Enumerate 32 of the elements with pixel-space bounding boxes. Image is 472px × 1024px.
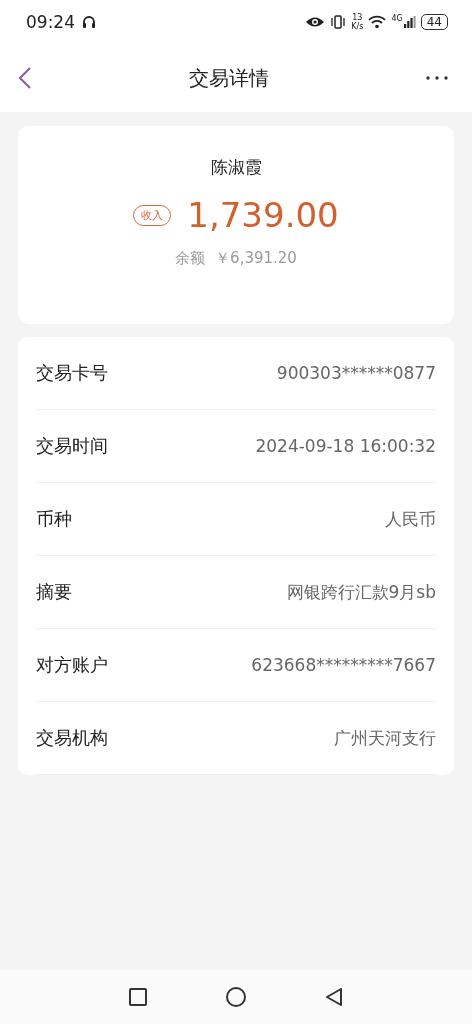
detail-label: 币种 [36,507,72,531]
balance-value: ￥6,391.20 [215,249,297,268]
detail-value: 900303******0877 [276,363,436,383]
recent-apps-icon[interactable] [128,987,149,1007]
payer-name: 陈淑霞 [210,156,262,179]
speed-unit: K/s [351,22,364,31]
detail-value: 2024-09-18 16:00:32 [255,436,436,456]
detail-label: 交易卡号 [36,361,108,385]
signal-icon [403,16,416,28]
detail-value: 人民币 [385,507,436,531]
detail-label: 交易时间 [36,434,108,458]
detail-label: 对方账户 [36,653,108,677]
more-icon[interactable] [426,76,448,80]
home-icon[interactable] [225,986,247,1008]
amount: 1,739.00 [187,195,339,235]
back-icon[interactable] [18,66,32,90]
network-type: 4G [391,14,403,23]
detail-value: 广州天河支行 [334,726,436,750]
eye-icon [305,16,326,28]
vibrate-icon [330,15,347,29]
back-nav-icon[interactable] [323,987,344,1007]
detail-value: 网银跨行汇款9月sb [286,580,436,604]
detail-label: 摘要 [36,580,72,604]
balance-label: 余额 [175,249,206,268]
headphones-icon [82,15,96,29]
wifi-icon [368,15,387,29]
battery-level: 44 [420,14,448,30]
status-time: 09:24 [26,12,75,32]
detail-label: 交易机构 [36,726,108,750]
detail-value: 623668*********7667 [251,655,436,675]
speed-value: 13 [351,13,364,22]
page-title: 交易详情 [189,64,269,92]
